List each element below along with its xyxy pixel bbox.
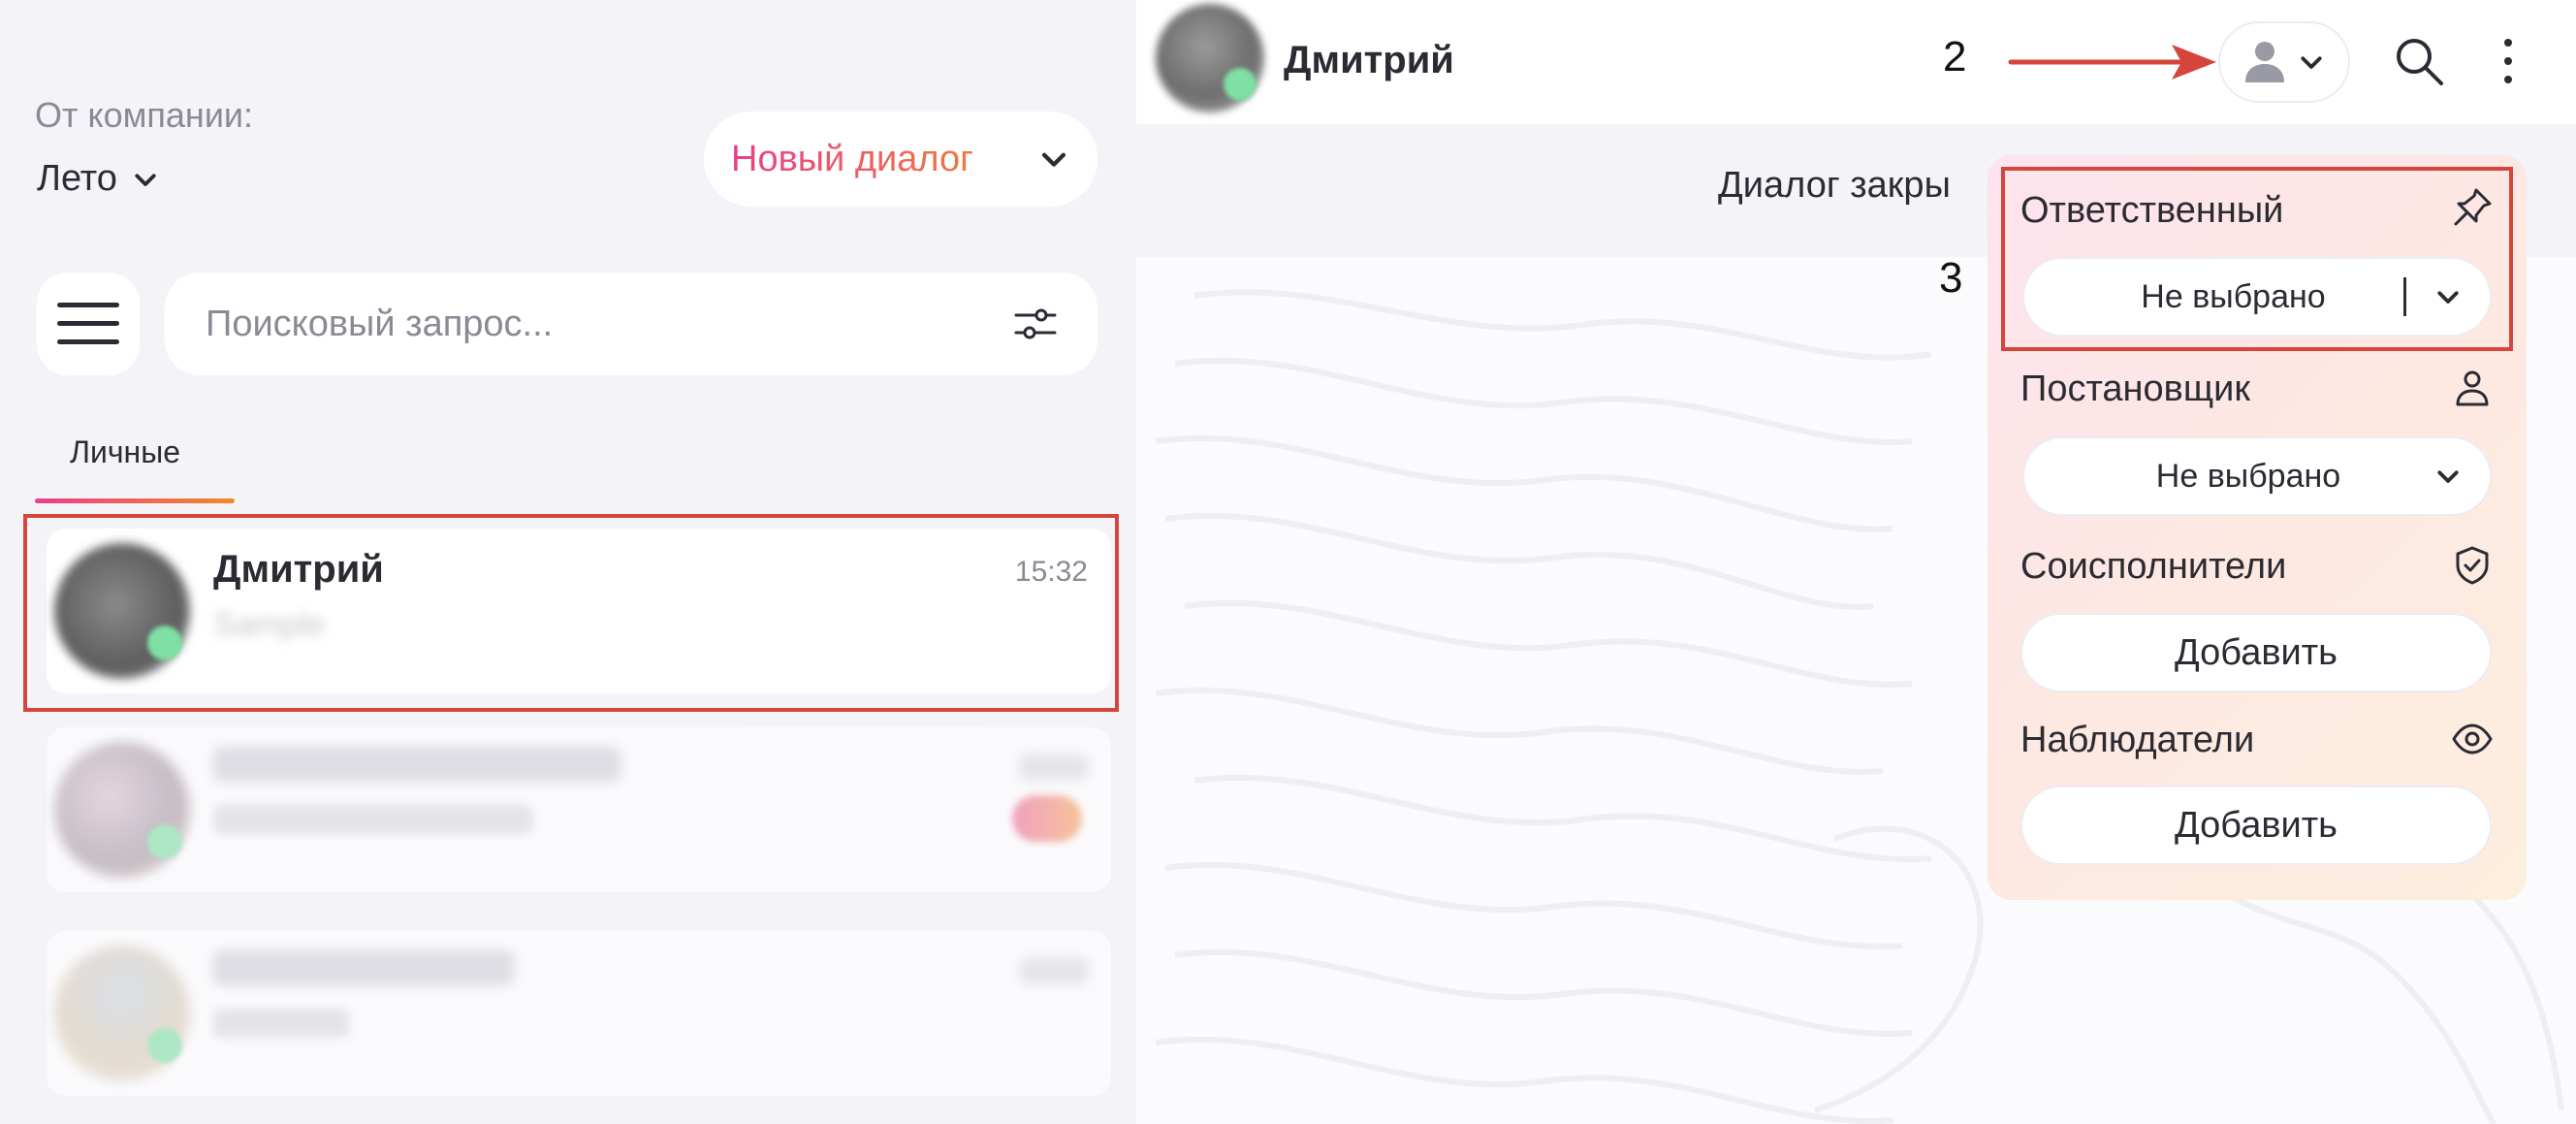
chat-preview-blurred [213, 805, 533, 834]
chevron-down-icon [135, 173, 156, 186]
annotation-arrow [2008, 45, 2216, 80]
creator-value: Не выбрано [2155, 457, 2341, 495]
search-input[interactable] [204, 302, 1012, 346]
chat-time-blurred [1020, 755, 1088, 780]
chat-preview-blurred [213, 1009, 349, 1038]
assign-dropdown-button[interactable] [2218, 21, 2350, 103]
shield-check-icon [2456, 546, 2489, 585]
observers-title: Наблюдатели [2020, 720, 2255, 760]
tab-active-indicator [35, 498, 235, 503]
add-observer-button[interactable]: Добавить [2020, 786, 2492, 865]
tab-personal[interactable]: Личные [70, 434, 180, 470]
annotation-marker-3: 3 [1939, 254, 1963, 302]
online-indicator [1224, 68, 1256, 101]
menu-button[interactable] [37, 273, 140, 375]
chat-item-blurred[interactable] [47, 727, 1111, 892]
search-icon[interactable] [2391, 33, 2447, 89]
contact-name: Дмитрий [1284, 39, 1454, 81]
chevron-down-icon [1041, 152, 1066, 167]
company-label: От компании: [35, 95, 254, 135]
chat-name-blurred [213, 950, 514, 985]
chat-name-blurred [213, 747, 620, 782]
creator-select[interactable]: Не выбрано [2022, 436, 2492, 516]
online-indicator [147, 824, 182, 859]
highlight-box-1 [23, 514, 1119, 712]
new-dialog-button[interactable]: Новый диалог [704, 112, 1097, 207]
eye-icon [2452, 723, 2493, 755]
annotation-marker-2: 2 [1943, 33, 1967, 80]
user-icon [2456, 370, 2489, 406]
dialog-status-text: Диалог закры [1718, 165, 1951, 206]
coexecutors-title: Соисполнители [2020, 546, 2287, 587]
new-dialog-label: Новый диалог [731, 139, 1037, 180]
chevron-down-icon [2437, 470, 2459, 483]
chat-time-blurred [1020, 958, 1088, 983]
company-name: Лето [37, 158, 117, 199]
search-bar [165, 273, 1097, 375]
chat-item-blurred[interactable] [47, 931, 1111, 1096]
creator-title: Постановщик [2020, 369, 2250, 409]
chevron-down-icon [2301, 56, 2322, 69]
online-indicator [147, 1028, 182, 1063]
person-icon [2245, 42, 2284, 82]
add-coexecutor-button[interactable]: Добавить [2020, 613, 2492, 692]
unread-badge [1012, 795, 1082, 842]
filter-icon[interactable] [1012, 303, 1059, 345]
company-selector[interactable]: Лето [37, 158, 160, 200]
hamburger-icon [57, 303, 119, 344]
more-vertical-icon[interactable] [2494, 33, 2523, 89]
highlight-box-3 [2001, 167, 2513, 351]
